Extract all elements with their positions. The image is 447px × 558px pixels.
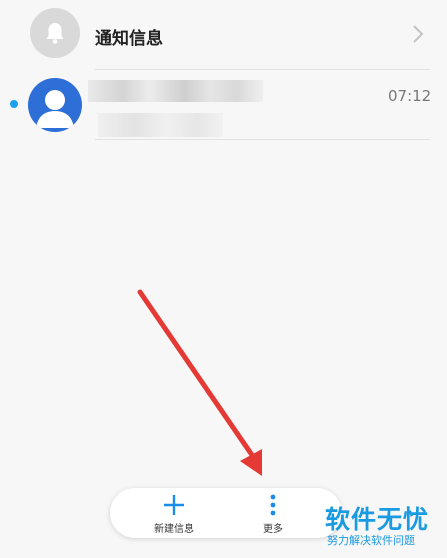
- annotation-arrow: [137, 289, 262, 476]
- new-message-button[interactable]: 新建信息: [139, 488, 209, 538]
- more-vertical-icon: [270, 494, 276, 516]
- new-message-label: 新建信息: [154, 524, 194, 535]
- more-button[interactable]: 更多: [238, 488, 308, 538]
- bottom-action-bar: 新建信息 更多: [110, 488, 342, 538]
- watermark-title: 软件无忧: [325, 505, 430, 534]
- watermark-subtitle: 努力解决软件问题: [327, 534, 415, 547]
- plus-icon: [164, 495, 184, 515]
- more-label: 更多: [263, 524, 283, 535]
